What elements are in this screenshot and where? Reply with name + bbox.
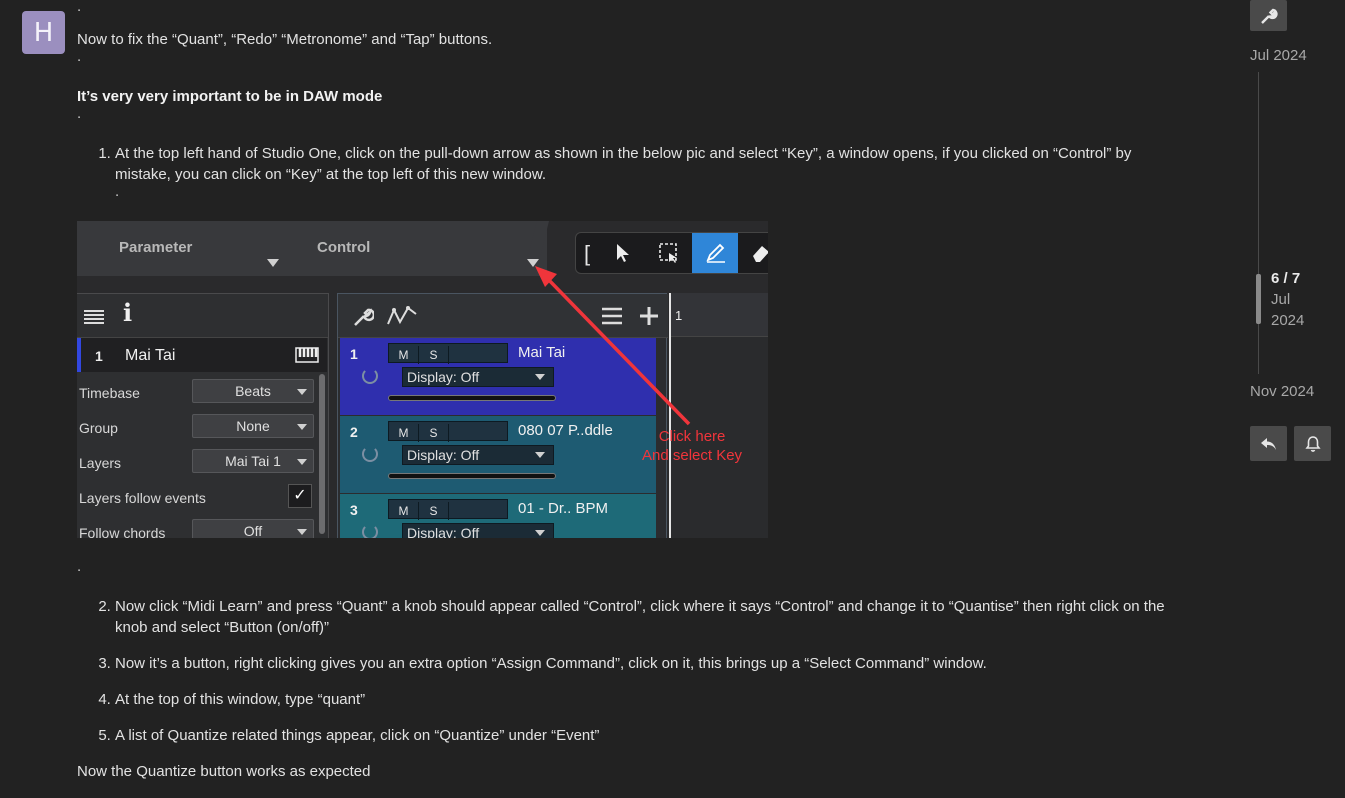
reply-icon [1260, 437, 1276, 450]
step-1-text: At the top left hand of Studio One, clic… [115, 145, 1132, 183]
steps-list-part1: At the top left hand of Studio One, clic… [77, 143, 1167, 206]
callout-line-1: Click here [658, 428, 726, 445]
outro-paragraph: Now the Quantize button works as expecte… [77, 763, 371, 780]
timeline-scroll-handle[interactable] [1256, 274, 1261, 324]
spacer-dot: . [77, 558, 82, 575]
list-item: A list of Quantize related things appear… [115, 725, 1167, 746]
intro-paragraph: Now to fix the “Quant”, “Redo” “Metronom… [77, 31, 493, 48]
steps-list-part2: Now click “Midi Learn” and press “Quant”… [77, 596, 1167, 746]
topic-timeline: Jul 2024 6 / 7 Jul 2024 Nov 2024 [1245, 0, 1345, 798]
notifications-button[interactable] [1294, 426, 1331, 461]
callout-line-2: And select Key [642, 447, 743, 464]
timeline-position[interactable]: 6 / 7 Jul 2024 [1271, 268, 1304, 331]
user-avatar[interactable]: H [22, 11, 65, 54]
spacer-dot: . [77, 0, 82, 15]
reply-button[interactable] [1250, 426, 1287, 461]
admin-wrench-button[interactable] [1250, 0, 1287, 31]
callout-arrow [535, 266, 691, 426]
spacer-dot: . [77, 105, 82, 122]
list-item: At the top left hand of Studio One, clic… [115, 143, 1167, 206]
list-item: At the top of this window, type “quant” [115, 689, 1167, 710]
position-month: Jul [1271, 291, 1291, 308]
timeline-end-date[interactable]: Nov 2024 [1250, 383, 1314, 400]
timeline-start-date[interactable]: Jul 2024 [1250, 47, 1307, 64]
spacer-dot: . [77, 48, 82, 65]
important-heading: It’s very very important to be in DAW mo… [77, 88, 383, 105]
studio-one-screenshot[interactable]: Parameter Control [ i 1 Mai Tai Timebase… [77, 221, 768, 538]
list-item: Now it’s a button, right clicking gives … [115, 653, 1167, 674]
spacer-dot: . [115, 183, 120, 200]
bell-icon [1304, 435, 1321, 452]
wrench-icon [1260, 8, 1278, 24]
post-body: . Now to fix the “Quant”, “Redo” “Metron… [77, 0, 1167, 782]
position-year: 2024 [1271, 312, 1305, 329]
post-position: 6 / 7 [1271, 270, 1301, 287]
callout-text: Click here And select Key [642, 427, 742, 465]
list-item: Now click “Midi Learn” and press “Quant”… [115, 596, 1167, 638]
timeline-track[interactable] [1258, 72, 1259, 374]
